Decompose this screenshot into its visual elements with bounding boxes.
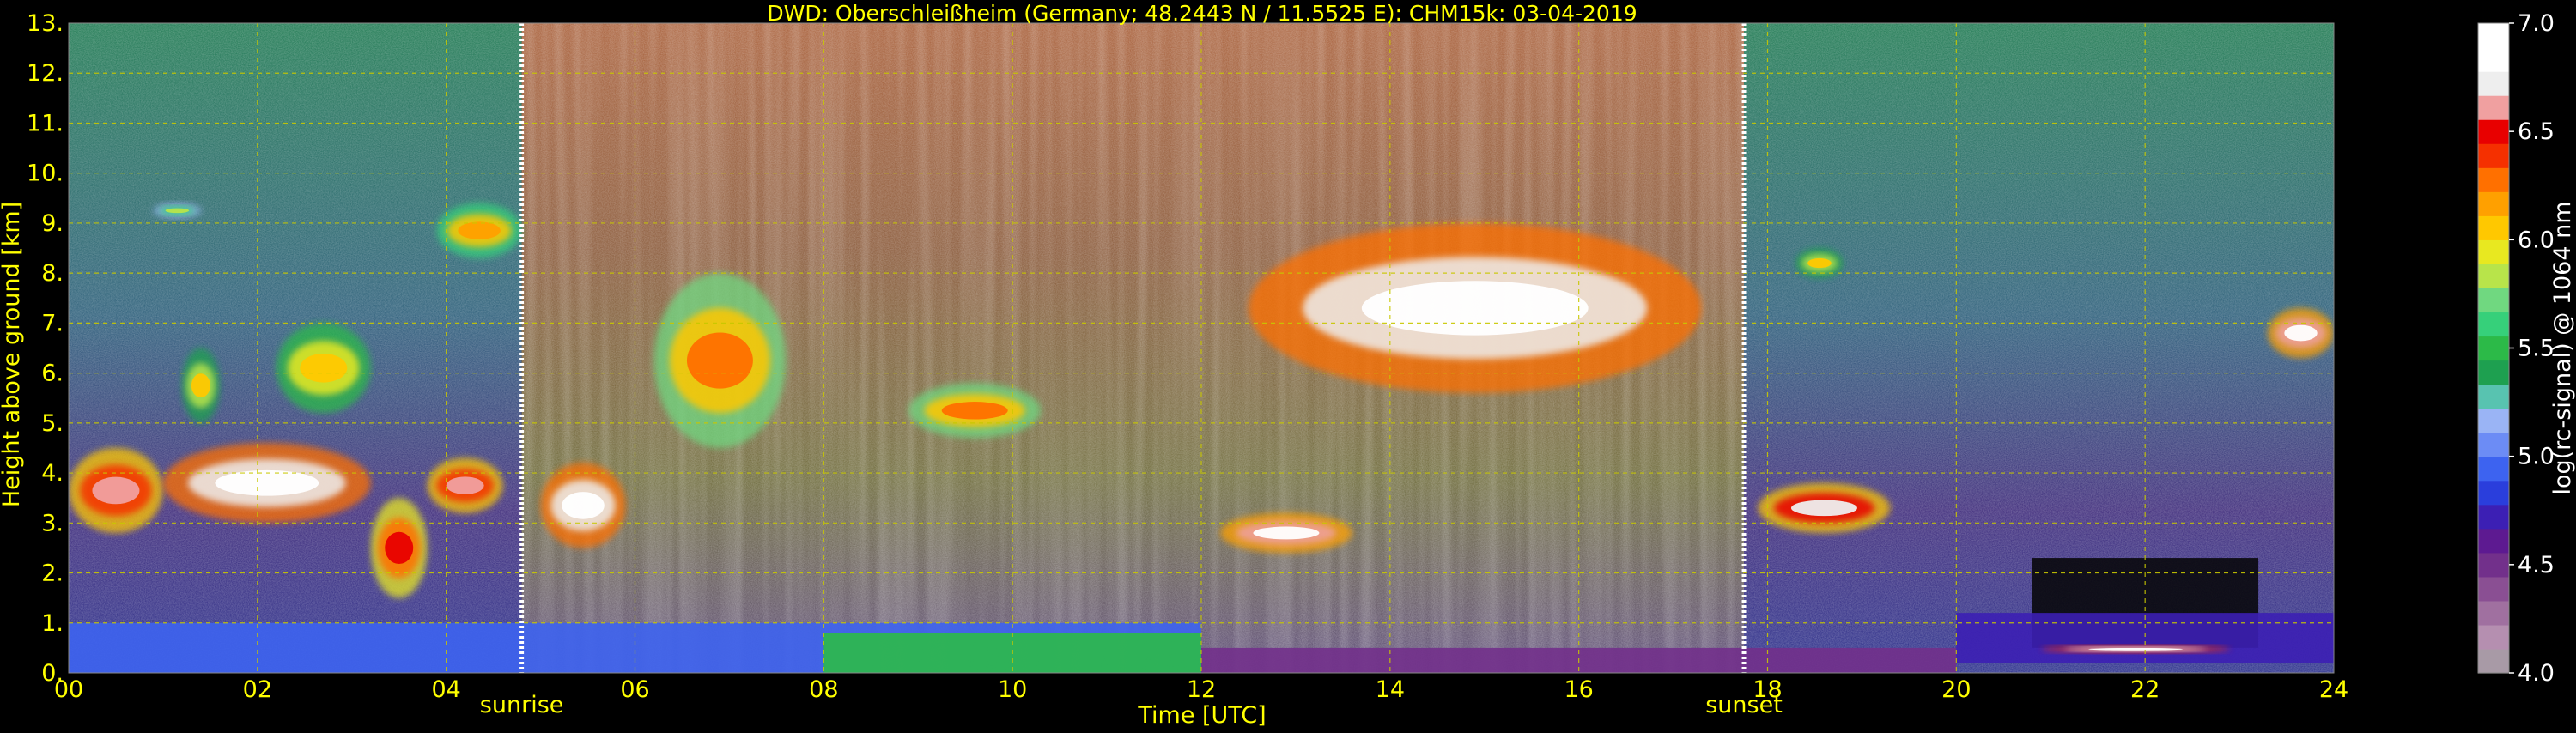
colorbar-swatch — [2478, 71, 2509, 96]
cloud-echo — [181, 348, 220, 423]
cloud-echo — [540, 463, 626, 548]
y-tick-label: 11. — [27, 110, 64, 136]
cloud-echo — [1248, 222, 1702, 393]
colorbar-swatch — [2478, 191, 2509, 216]
y-tick-label: 1. — [41, 610, 64, 637]
colorbar-swatch — [2478, 95, 2509, 120]
x-tick-label: 22 — [2130, 676, 2160, 703]
y-tick-label: 0. — [41, 660, 64, 687]
x-tick-label: 06 — [620, 676, 649, 703]
colorbar-swatch — [2478, 600, 2509, 626]
cloud-echo — [276, 323, 371, 414]
ceilometer-plot: 00 02 04 06 08 10 12 14 16 18 20 22 24 0.1.2.3.4.5.6… — [0, 1, 2576, 729]
colorbar-swatch — [2478, 143, 2509, 168]
colorbar-tick-label: 6.5 — [2518, 118, 2555, 145]
colorbar-swatch — [2478, 119, 2509, 144]
cloud-echo — [162, 443, 371, 524]
colorbar-swatch — [2478, 576, 2509, 602]
colorbar-swatch — [2478, 648, 2509, 674]
cloud-echo — [1795, 248, 1844, 278]
colorbar-swatch — [2478, 480, 2509, 506]
x-tick-label: 12 — [1187, 676, 1216, 703]
colorbar-swatch — [2478, 312, 2509, 337]
x-axis-label: Time [UTC] — [1137, 702, 1266, 729]
colorbar-swatch — [2478, 215, 2509, 240]
cloud-echo — [2268, 307, 2334, 359]
y-tick-label: 6. — [41, 360, 64, 387]
colorbar-label: log(rc-signal) @ 1064 nm — [2549, 201, 2576, 494]
ceilometer-figure: 00 02 04 06 08 10 12 14 16 18 20 22 24 0. 1. 2. 3. 4. 5. 6… — [0, 0, 2576, 730]
colorbar-swatch — [2478, 456, 2509, 482]
chart-title: DWD: Oberschleißheim (Germany; 48.2443 N… — [767, 1, 1637, 26]
cloud-echo — [427, 457, 503, 513]
y-tick-label: 12. — [27, 60, 64, 87]
colorbar-swatches — [2478, 23, 2509, 674]
colorbar-swatch — [2478, 336, 2509, 361]
y-tick-label: 4. — [41, 460, 64, 487]
colorbar-swatch — [2478, 384, 2509, 409]
y-tick-label: 5. — [41, 410, 64, 437]
cloud-echo — [436, 203, 522, 258]
cloud-echo — [1219, 512, 1352, 554]
cloud-echo — [1758, 482, 1891, 533]
colorbar-swatch — [2478, 264, 2509, 289]
colorbar-swatch — [2478, 432, 2509, 457]
colorbar-swatch — [2478, 288, 2509, 313]
colorbar-swatch — [2478, 239, 2509, 264]
colorbar-tick-label: 4.0 — [2518, 660, 2555, 687]
colorbar-swatch — [2478, 624, 2509, 650]
colorbar-ticks: 4.04.55.05.56.06.57.0 — [2509, 10, 2555, 687]
y-tick-label: 2. — [41, 560, 64, 587]
cloud-echo — [653, 273, 787, 448]
y-tick-label: 10. — [27, 161, 64, 187]
cloud-echo — [69, 447, 163, 533]
colorbar-swatch — [2478, 23, 2509, 48]
cloud-echo — [153, 203, 201, 219]
cloud-echo — [370, 498, 428, 598]
colorbar-swatch — [2478, 504, 2509, 530]
y-tick-label: 3. — [41, 510, 64, 536]
colorbar: 4.04.55.05.56.06.57.0 log(rc-signal) @ 1… — [2477, 10, 2576, 687]
y-tick-label: 13. — [27, 10, 64, 37]
x-tick-label: 24 — [2319, 676, 2348, 703]
colorbar-swatch — [2478, 47, 2509, 72]
y-axis-ticks: 0. 1. 2. 3. 4. 5. 6. 7. 8. 9. 10. 11. 12. 13. — [27, 10, 64, 687]
x-tick-label: 20 — [1941, 676, 1971, 703]
x-axis-ticks: 00 02 04 06 08 10 12 14 16 18 20 22 24 — [54, 676, 2348, 703]
colorbar-swatch — [2478, 552, 2509, 578]
x-tick-label: 16 — [1564, 676, 1593, 703]
colorbar-swatch — [2478, 528, 2509, 554]
y-axis-label: Height above ground [km] — [0, 202, 25, 507]
x-tick-label: 10 — [998, 676, 1027, 703]
y-tick-label: 7. — [41, 310, 64, 336]
colorbar-tick-label: 7.0 — [2518, 10, 2555, 37]
x-tick-label: 04 — [431, 676, 460, 703]
sunset-label: sunset — [1705, 692, 1783, 718]
y-tick-label: 8. — [41, 260, 64, 287]
cloud-echo — [2041, 645, 2231, 653]
cloud-echo — [908, 383, 1042, 439]
x-tick-label: 02 — [243, 676, 272, 703]
colorbar-swatch — [2478, 408, 2509, 433]
y-tick-label: 9. — [41, 210, 64, 237]
plot-area — [68, 22, 2335, 674]
colorbar-tick-label: 4.5 — [2518, 552, 2555, 579]
aerosol-layer — [1956, 613, 2334, 663]
colorbar-swatch — [2478, 360, 2509, 385]
sunrise-label: sunrise — [480, 692, 564, 718]
colorbar-swatch — [2478, 167, 2509, 192]
x-tick-label: 08 — [809, 676, 838, 703]
x-tick-label: 14 — [1376, 676, 1405, 703]
